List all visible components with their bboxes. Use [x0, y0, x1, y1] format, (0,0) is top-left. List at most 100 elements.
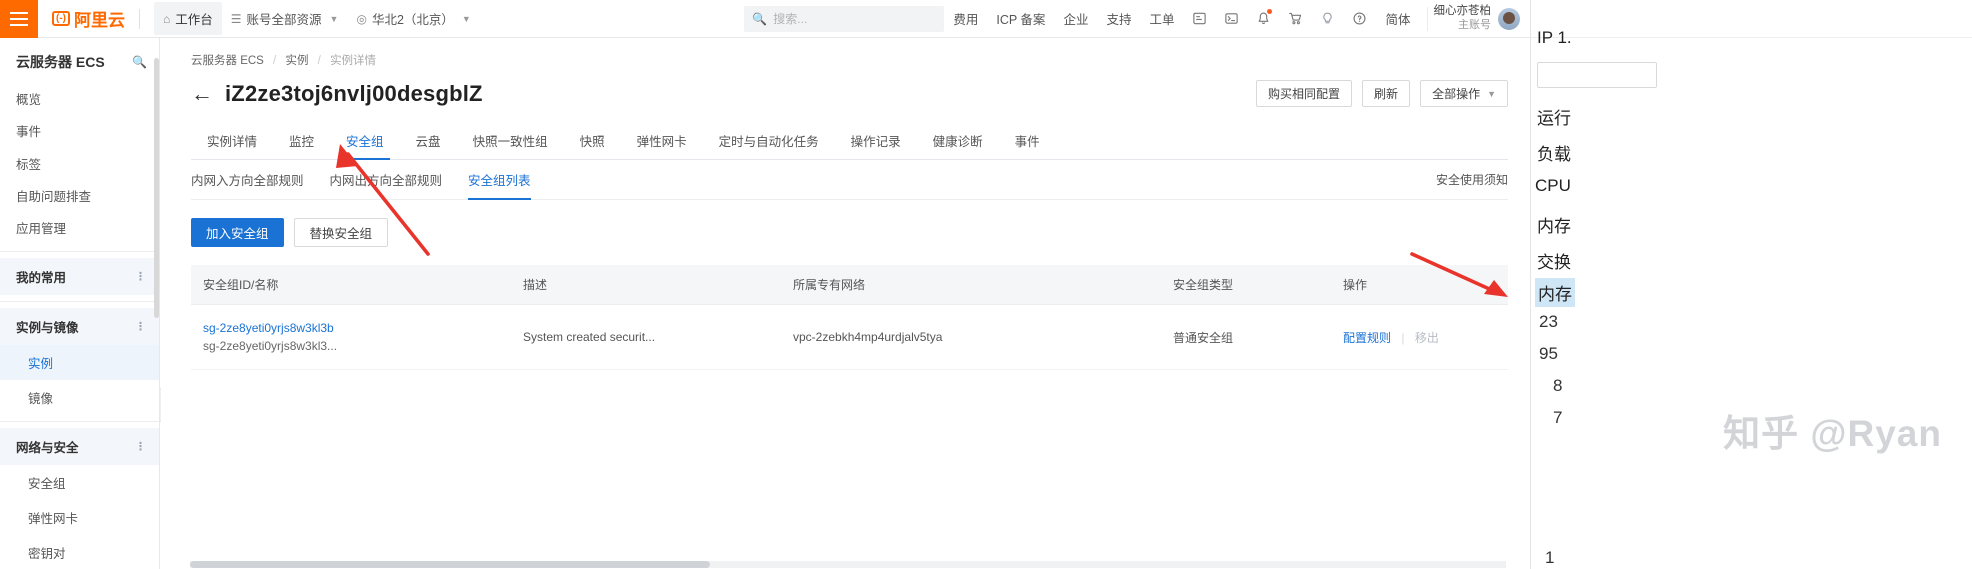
operation-separator: |: [1401, 330, 1405, 345]
right-panel-line-swap: 交换: [1537, 253, 1571, 272]
header-link-fee[interactable]: 费用: [953, 9, 978, 28]
main-content: 云服务器 ECS / 实例 / 实例详情 ← iZ2ze3toj6nvlj00d…: [161, 38, 1530, 569]
right-panel-highlight: 内存: [1535, 278, 1575, 307]
sidebar-title-row: 云服务器 ECS 🔍: [0, 38, 159, 84]
remove-link[interactable]: 移出: [1415, 331, 1439, 345]
sidebar-item-images[interactable]: 镜像: [0, 380, 159, 415]
help-icon[interactable]: [1346, 6, 1372, 32]
sidebar-item-troubleshoot[interactable]: 自助问题排查: [0, 181, 159, 213]
global-search[interactable]: 🔍 搜索...: [744, 5, 945, 32]
logo-text: 阿里云: [74, 11, 125, 30]
aliyun-logo[interactable]: (-) 阿里云: [52, 6, 125, 31]
list-icon: ☰: [230, 11, 242, 26]
sidebar: 云服务器 ECS 🔍 概览 事件 标签 自助问题排查 应用管理 我的常用 ⋮ 实…: [0, 38, 160, 569]
sidebar-group-instances-images[interactable]: 实例与镜像 ⋮: [0, 308, 159, 346]
right-panel-number-4: 7: [1553, 408, 1563, 427]
tab-snapshot[interactable]: 快照: [564, 126, 621, 159]
bulb-icon[interactable]: [1314, 6, 1340, 32]
sg-id-link[interactable]: sg-2ze8yeti0yrjs8w3kl3b: [203, 319, 511, 337]
header-link-enterprise[interactable]: 企业: [1063, 9, 1088, 28]
breadcrumb-level2[interactable]: 实例: [285, 55, 308, 67]
right-panel-header: [1531, 0, 1972, 38]
col-description: 描述: [511, 265, 781, 305]
sidebar-item-instances[interactable]: 实例: [0, 345, 159, 381]
tab-instance-detail[interactable]: 实例详情: [191, 126, 273, 159]
header-link-ticket[interactable]: 工单: [1149, 9, 1174, 28]
horizontal-scrollbar[interactable]: [190, 561, 1506, 568]
tab-monitoring[interactable]: 监控: [273, 126, 330, 159]
tab-scheduled-tasks[interactable]: 定时与自动化任务: [703, 126, 835, 159]
sidebar-item-key-pairs[interactable]: 密钥对: [0, 535, 159, 569]
security-group-subtabs: 内网入方向全部规则 内网出方向全部规则 安全组列表 安全使用须知: [191, 160, 1508, 200]
sidebar-group-label: 网络与安全: [16, 441, 79, 456]
tab-snapshot-consistent-group[interactable]: 快照一致性组: [457, 126, 564, 159]
scrollbar-thumb[interactable]: [190, 561, 710, 568]
header-link-support[interactable]: 支持: [1106, 9, 1131, 28]
breadcrumb-root[interactable]: 云服务器 ECS: [191, 55, 264, 67]
more-icon[interactable]: ⋮: [135, 270, 147, 283]
right-panel-line-load: 负载: [1537, 145, 1571, 164]
refresh-button[interactable]: 刷新: [1362, 80, 1411, 107]
right-panel-number-1: 23: [1539, 312, 1558, 331]
tab-security-group[interactable]: 安全组: [330, 126, 400, 160]
tab-events[interactable]: 事件: [999, 126, 1056, 159]
account-name: 细心亦苍柏: [1433, 5, 1492, 18]
cell-operations: 配置规则 | 移出: [1331, 304, 1508, 370]
table-header: 安全组ID/名称 描述 所属专有网络 安全组类型 操作: [191, 265, 1508, 305]
terminal-icon[interactable]: [1218, 6, 1244, 32]
sidebar-item-overview[interactable]: 概览: [0, 84, 159, 116]
avatar[interactable]: [1498, 7, 1520, 30]
join-security-group-button[interactable]: 加入安全组: [191, 218, 284, 247]
page-actions: 购买相同配置 刷新 全部操作 ▼: [1256, 80, 1508, 107]
sidebar-item-events[interactable]: 事件: [0, 116, 159, 148]
workbench-link[interactable]: ⌂ 工作台: [154, 2, 222, 35]
region-selector[interactable]: ◎ 华北2（北京） ▼: [347, 2, 479, 35]
configure-rules-link[interactable]: 配置规则: [1343, 331, 1391, 345]
sidebar-group-label: 我的常用: [16, 271, 67, 286]
search-icon[interactable]: 🔍: [132, 55, 147, 69]
console-icon[interactable]: [1186, 6, 1212, 32]
all-actions-button[interactable]: 全部操作 ▼: [1420, 80, 1508, 107]
account-text: 细心亦苍柏 主账号: [1434, 4, 1492, 32]
subtab-inbound-rules[interactable]: 内网入方向全部规则: [191, 160, 304, 200]
tab-eni[interactable]: 弹性网卡: [621, 126, 703, 159]
header-link-icp[interactable]: ICP 备案: [996, 9, 1045, 28]
sidebar-item-enis[interactable]: 弹性网卡: [0, 500, 159, 535]
security-usage-notice-link[interactable]: 安全使用须知: [1436, 171, 1508, 188]
subtab-security-group-list[interactable]: 安全组列表: [468, 160, 531, 200]
account-menu[interactable]: 细心亦苍柏 主账号: [1434, 4, 1520, 32]
cell-sg-type: 普通安全组: [1161, 304, 1331, 370]
buy-same-config-button[interactable]: 购买相同配置: [1256, 80, 1353, 107]
breadcrumb-separator: /: [273, 55, 277, 67]
notification-dot: [1267, 8, 1273, 14]
replace-security-group-button[interactable]: 替换安全组: [293, 218, 389, 247]
tab-health-diagnosis[interactable]: 健康诊断: [917, 126, 999, 159]
sidebar-group-network-security[interactable]: 网络与安全 ⋮: [0, 428, 159, 466]
sidebar-scrollbar[interactable]: [154, 58, 159, 318]
workbench-label: 工作台: [175, 13, 213, 27]
right-panel-line-memory: 内存: [1537, 217, 1571, 236]
resources-selector[interactable]: ☰ 账号全部资源 ▼: [222, 2, 348, 35]
sidebar-divider: [0, 301, 159, 303]
col-operations: 操作: [1331, 265, 1508, 305]
cell-description: System created securit...: [511, 304, 781, 370]
sidebar-item-tags[interactable]: 标签: [0, 149, 159, 181]
sidebar-divider: [0, 421, 159, 423]
search-icon: 🔍: [752, 11, 768, 26]
bell-icon[interactable]: [1250, 6, 1276, 32]
sidebar-item-security-groups[interactable]: 安全组: [0, 465, 159, 500]
language-switch[interactable]: 简体: [1385, 9, 1410, 28]
sidebar-item-app-manage[interactable]: 应用管理: [0, 213, 159, 245]
more-icon[interactable]: ⋮: [135, 440, 147, 453]
tab-operation-logs[interactable]: 操作记录: [835, 126, 917, 159]
logo-mark-icon: (-): [52, 11, 70, 26]
cart-icon[interactable]: [1282, 6, 1308, 32]
sidebar-group-favorites[interactable]: 我的常用 ⋮: [0, 258, 159, 296]
right-panel-input[interactable]: [1537, 62, 1657, 88]
subtab-outbound-rules[interactable]: 内网出方向全部规则: [330, 160, 443, 200]
home-icon: ⌂: [163, 11, 171, 26]
arrow-left-icon[interactable]: ←: [191, 82, 213, 105]
menu-icon[interactable]: [0, 0, 38, 38]
tab-disks[interactable]: 云盘: [400, 126, 457, 159]
more-icon[interactable]: ⋮: [135, 320, 147, 333]
